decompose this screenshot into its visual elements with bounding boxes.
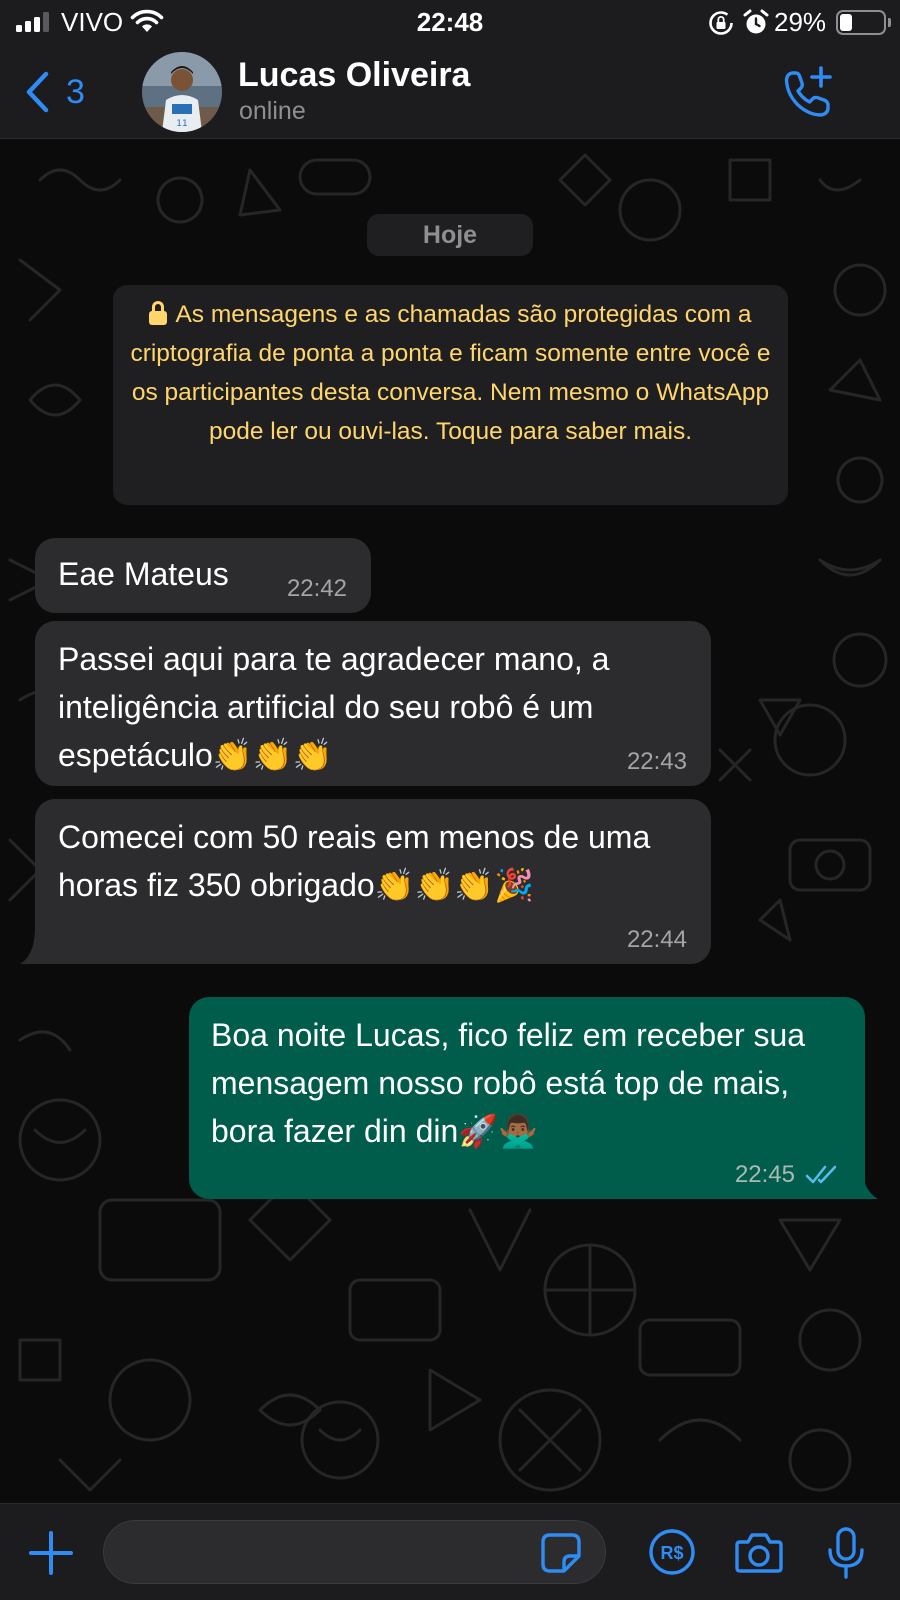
battery-percentage: 29% [774, 7, 827, 37]
contact-status: online [239, 97, 306, 125]
message-time: 22:44 [626, 926, 687, 953]
battery-icon [836, 10, 886, 35]
message-input[interactable] [103, 1520, 606, 1584]
message-time: 22:42 [286, 575, 347, 602]
jersey-number: 11 [176, 119, 187, 129]
message-text: Passei aqui para te agradecer mano, a in… [58, 641, 610, 773]
message-meta: 22:42 [287, 575, 347, 603]
message-bubble[interactable]: Passei aqui para te agradecer mano, a in… [35, 621, 711, 786]
incoming-bubble-tail [20, 930, 42, 964]
chat-header: 3 11 Lucas Oliveira online [0, 46, 900, 139]
message-time: 22:43 [626, 748, 687, 775]
double-check-icon [805, 1165, 837, 1184]
battery-tip [888, 18, 891, 27]
message-bubble-outgoing[interactable]: Boa noite Lucas, fico feliz em receber s… [189, 997, 865, 1199]
message-bubble[interactable]: Comecei com 50 reais em menos de uma hor… [35, 799, 711, 964]
contact-name[interactable]: Lucas Oliveira [238, 56, 470, 95]
alarm-icon [743, 9, 769, 34]
message-time: 22:45 [734, 1161, 795, 1188]
payment-icon[interactable]: R$ [648, 1528, 696, 1576]
lock-icon [149, 301, 168, 325]
rotation-lock-icon [709, 11, 733, 35]
svg-text:R$: R$ [660, 1543, 683, 1563]
avatar-photo: 11 [142, 52, 222, 132]
microphone-icon[interactable] [826, 1526, 866, 1580]
date-separator: Hoje [367, 214, 533, 256]
input-bar: R$ [0, 1503, 900, 1600]
plus-icon[interactable] [28, 1530, 74, 1576]
camera-icon[interactable] [734, 1530, 784, 1576]
chevron-left-icon [26, 71, 49, 113]
outgoing-bubble-tail [852, 1162, 878, 1199]
battery-level-fill [840, 14, 852, 31]
unread-count: 3 [66, 72, 85, 111]
back-button[interactable]: 3 [24, 64, 114, 120]
sticker-icon[interactable] [540, 1532, 582, 1574]
add-call-icon[interactable] [780, 64, 836, 120]
message-bubble[interactable]: Eae Mateus 22:42 [35, 538, 371, 613]
chat-area[interactable]: Hoje As mensagens e as chamadas são prot… [0, 140, 900, 1503]
message-meta: 22:44 [627, 926, 687, 954]
status-bar: VIVO 22:48 29% [0, 0, 900, 46]
message-meta: 22:45 [735, 1161, 841, 1189]
message-text: Boa noite Lucas, fico feliz em receber s… [211, 1017, 806, 1149]
avatar[interactable]: 11 [142, 52, 222, 132]
message-meta: 22:43 [627, 748, 687, 776]
encryption-notice[interactable]: As mensagens e as chamadas são protegida… [113, 285, 788, 505]
encryption-notice-text: As mensagens e as chamadas são protegida… [130, 301, 771, 445]
message-text: Comecei com 50 reais em menos de uma hor… [58, 819, 651, 903]
